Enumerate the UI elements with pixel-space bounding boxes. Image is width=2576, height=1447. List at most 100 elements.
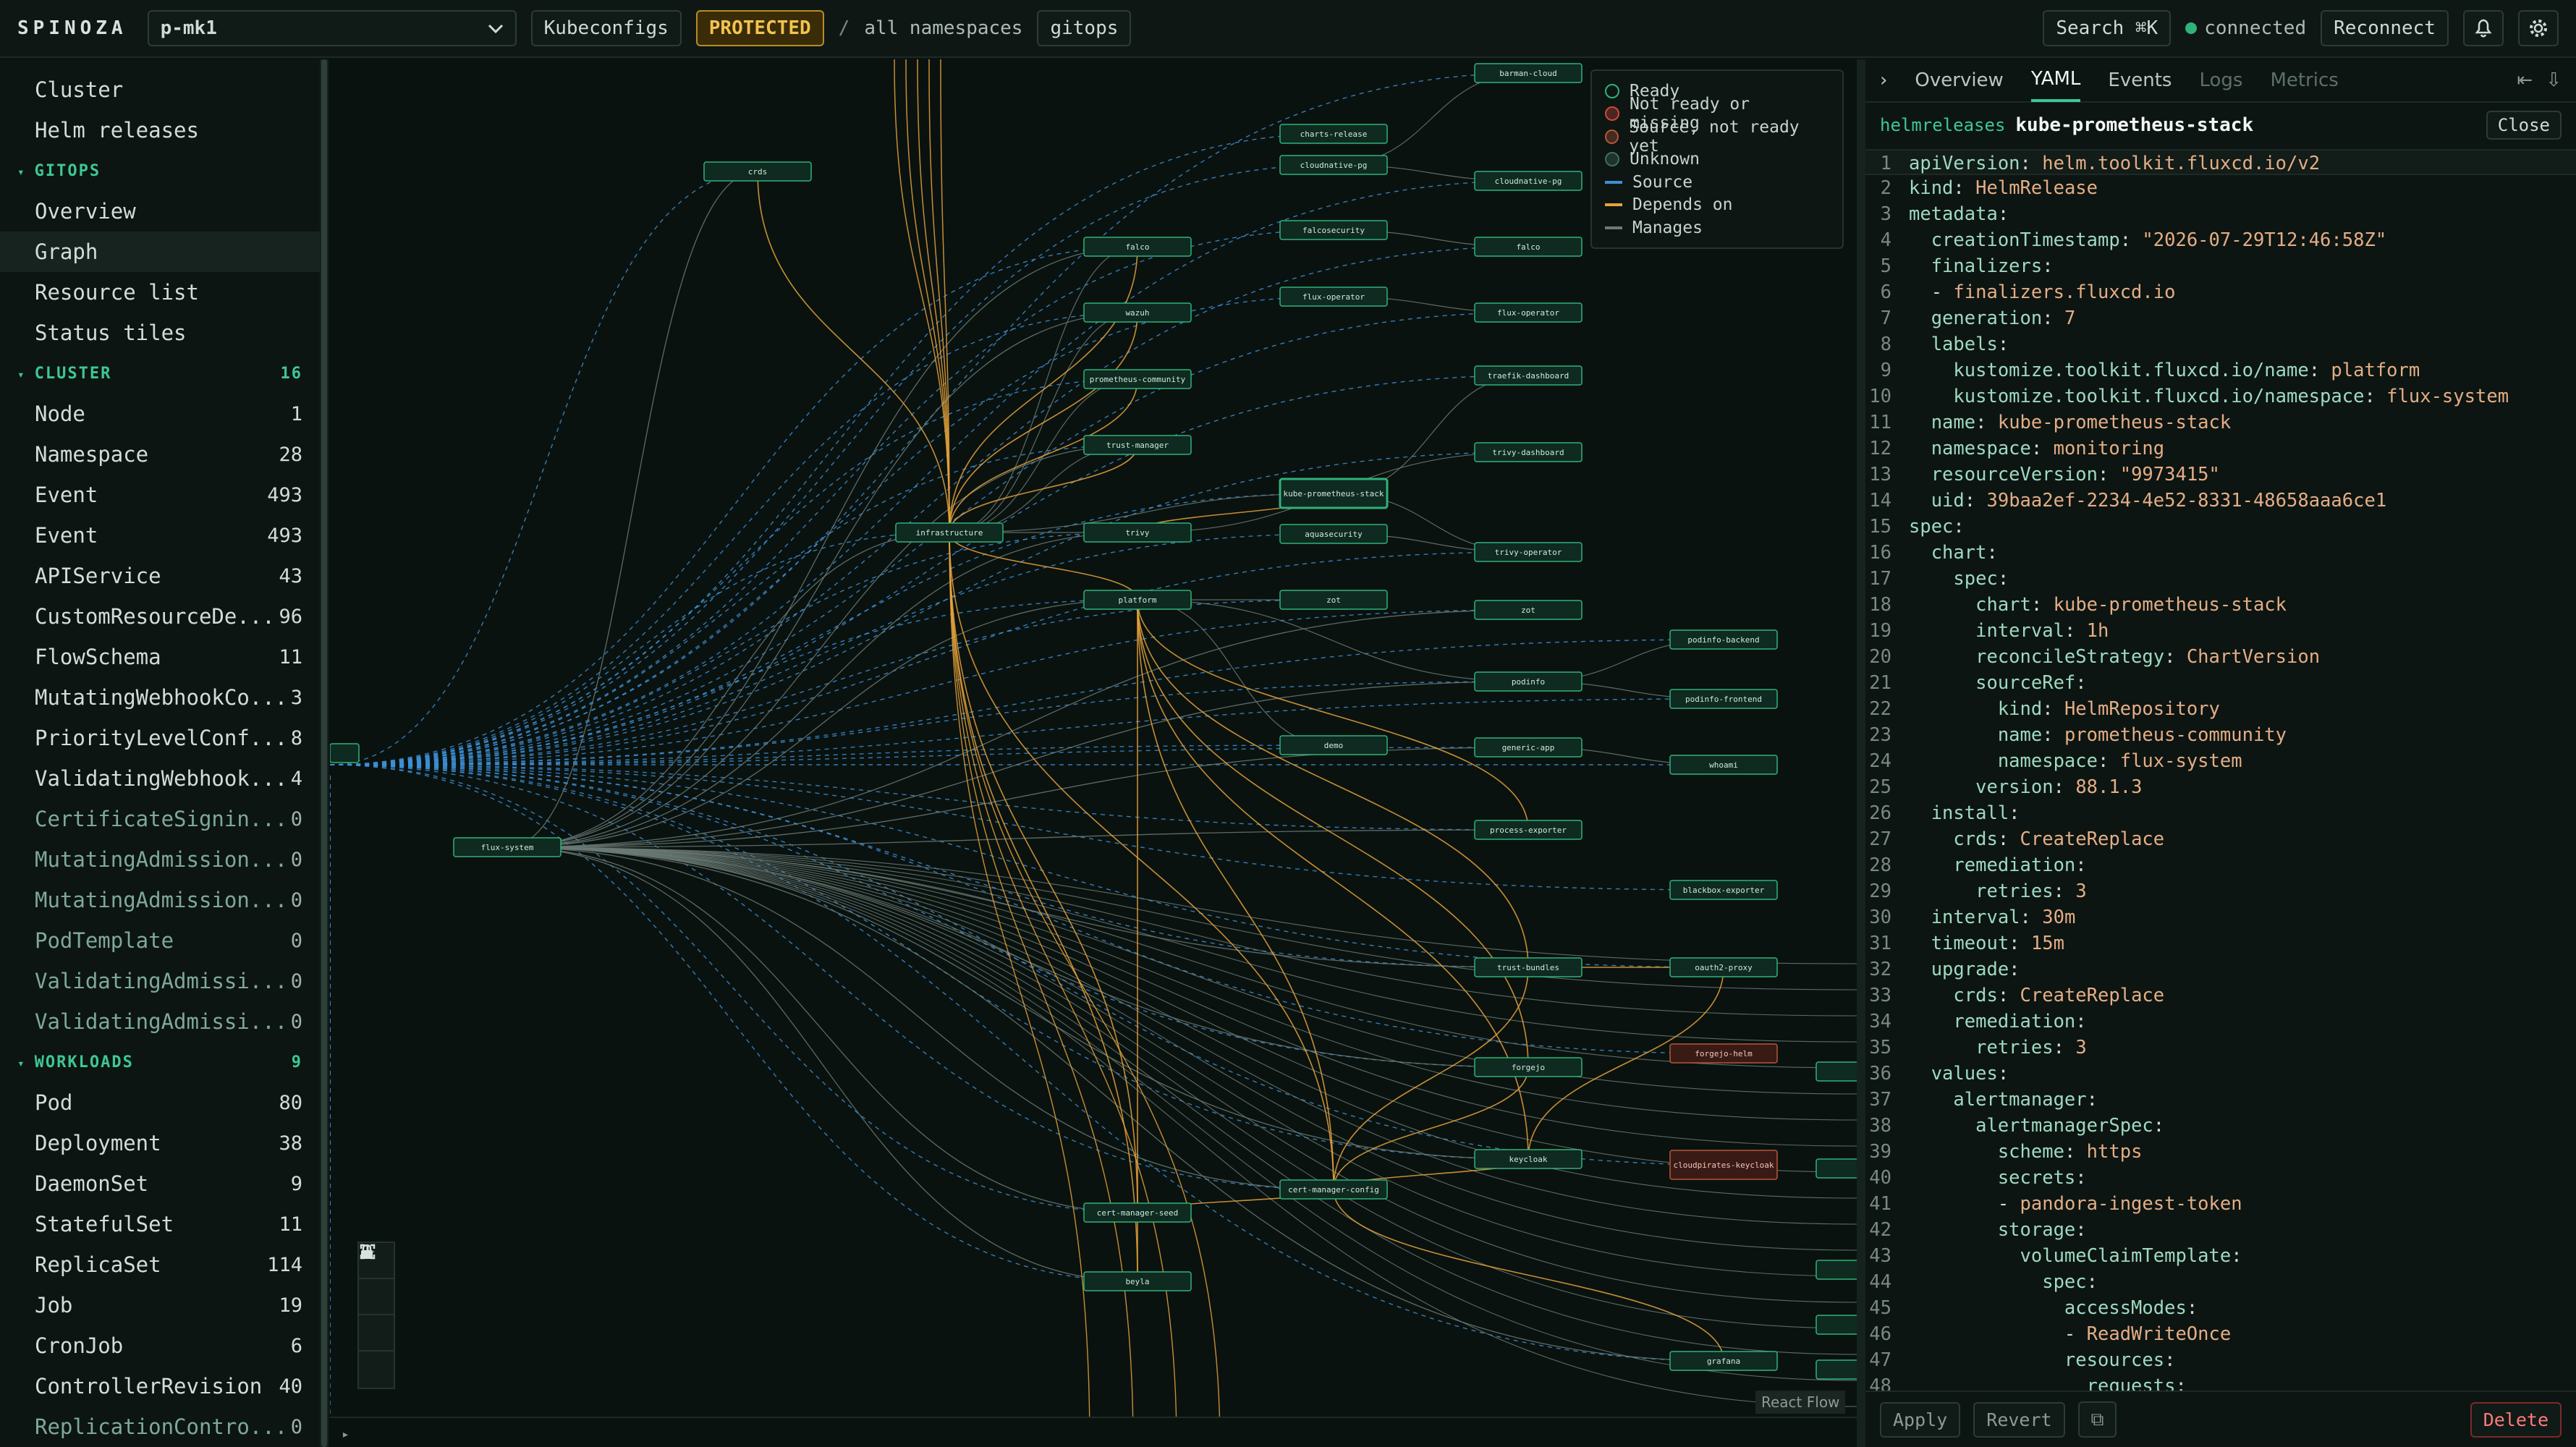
graph-node-generic-app[interactable]: generic-app: [1474, 737, 1583, 758]
delete-button[interactable]: Delete: [2470, 1401, 2562, 1438]
graph-node-forgejo-helm[interactable]: forgejo-helm: [1669, 1043, 1778, 1064]
sidebar-item-namespace[interactable]: Namespace 28: [0, 434, 320, 475]
graph-node-trust-manager[interactable]: trust-manager: [1083, 435, 1192, 455]
graph-node-falco[interactable]: falco: [1083, 237, 1192, 257]
graph-node-podinfo[interactable]: podinfo: [1474, 671, 1583, 692]
graph-node-oauth2-proxy[interactable]: oauth2-proxy: [1669, 957, 1778, 977]
graph-node-cert-manager-seed[interactable]: cert-manager-seed: [1083, 1202, 1192, 1223]
tab-overview[interactable]: Overview: [1915, 69, 2003, 91]
sidebar-item-status-tiles[interactable]: Status tiles: [0, 313, 320, 353]
graph-node-demo[interactable]: demo: [1279, 735, 1388, 755]
panel-resize-handle[interactable]: [1857, 59, 1865, 1447]
sidebar-item-event[interactable]: Event 493: [0, 515, 320, 556]
section-cluster[interactable]: ▾ CLUSTER 16: [0, 353, 320, 394]
graph-node-zot[interactable]: zot: [1474, 600, 1583, 620]
tab-logs[interactable]: Logs: [2199, 69, 2242, 91]
sidebar-item-mutatingwebhookco[interactable]: MutatingWebhookCo... 3: [0, 677, 320, 718]
section-gitops[interactable]: ▾ GITOPS: [0, 150, 320, 191]
graph-node-flux-operator[interactable]: flux-operator: [1474, 302, 1583, 323]
tab-yaml[interactable]: YAML: [2030, 59, 2081, 102]
sidebar-item-validatingwebhook[interactable]: ValidatingWebhook... 4: [0, 758, 320, 799]
sidebar-item-pod[interactable]: Pod 80: [0, 1082, 320, 1123]
tab-events[interactable]: Events: [2108, 69, 2172, 91]
sidebar-item-deployment[interactable]: Deployment 38: [0, 1123, 320, 1163]
sidebar-item-customresourcede[interactable]: CustomResourceDe... 96: [0, 596, 320, 637]
sidebar-item-cronjob[interactable]: CronJob 6: [0, 1325, 320, 1366]
tab-metrics[interactable]: Metrics: [2270, 69, 2338, 91]
gear-icon[interactable]: [2518, 10, 2559, 46]
graph-node-crds[interactable]: crds: [703, 161, 812, 182]
graph-node-process-exporter[interactable]: process-exporter: [1474, 820, 1583, 840]
sidebar-item-statefulset[interactable]: StatefulSet 11: [0, 1204, 320, 1244]
graph-node-traefik-dashboard[interactable]: traefik-dashboard: [1474, 365, 1583, 386]
graph-node-podinfo-backend[interactable]: podinfo-backend: [1669, 629, 1778, 650]
graph-node-offscreen[interactable]: [1816, 1260, 1857, 1280]
sidebar-item-daemonset[interactable]: DaemonSet 9: [0, 1163, 320, 1204]
kubeconfigs-button[interactable]: Kubeconfigs: [530, 10, 682, 46]
sidebar-item-podtemplate[interactable]: PodTemplate 0: [0, 920, 320, 961]
graph-node-trivy-operator[interactable]: trivy-operator: [1474, 542, 1583, 562]
lock-icon[interactable]: [359, 1244, 394, 1388]
sidebar-item-cluster[interactable]: Cluster: [0, 69, 320, 110]
namespace-crumb[interactable]: all namespaces: [864, 17, 1022, 39]
graph-node-wazuh[interactable]: wazuh: [1083, 302, 1192, 323]
graph-svg[interactable]: crds barman-cloud charts-release cloudnativ…: [330, 59, 1857, 1447]
sidebar-scrollbar-thumb[interactable]: [321, 59, 327, 1447]
cluster-select[interactable]: p-mk1: [147, 10, 517, 46]
expand-caret-icon[interactable]: ▸: [342, 1427, 349, 1442]
graph-node-falcosecurity[interactable]: falcosecurity: [1279, 220, 1388, 240]
sidebar-item-resource-list[interactable]: Resource list: [0, 272, 320, 313]
sidebar-item-replicationcontro[interactable]: ReplicationContro... 0: [0, 1406, 320, 1447]
sidebar-item-helm-releases[interactable]: Helm releases: [0, 110, 320, 150]
collapse-panel-icon[interactable]: ›: [1880, 69, 1887, 91]
zoom-out-icon[interactable]: [359, 1250, 394, 1315]
graph-node-offscreen[interactable]: [1816, 1158, 1857, 1179]
section-workloads[interactable]: ▾ WORKLOADS 9: [0, 1042, 320, 1082]
sidebar-item-graph[interactable]: Graph: [0, 232, 320, 272]
graph-node-beyla[interactable]: beyla: [1083, 1271, 1192, 1291]
graph-node-offscreen[interactable]: [330, 743, 360, 763]
graph-node-cloudnative-pg[interactable]: cloudnative-pg: [1279, 155, 1388, 175]
apply-button[interactable]: Apply: [1880, 1401, 1961, 1438]
yaml-editor[interactable]: 1 apiVersion: helm.toolkit.fluxcd.io/v2 2 k…: [1865, 149, 2576, 1447]
graph-node-falco[interactable]: falco: [1474, 237, 1583, 257]
graph-node-keycloak[interactable]: keycloak: [1474, 1149, 1583, 1169]
close-button[interactable]: Close: [2486, 111, 2562, 140]
search-button[interactable]: Search ⌘K: [2043, 10, 2172, 46]
sidebar-item-mutatingadmission[interactable]: MutatingAdmission... 0: [0, 839, 320, 880]
graph-node-kube-prometheus-stack[interactable]: kube-prometheus-stack: [1279, 478, 1389, 509]
graph-node-cert-manager-config[interactable]: cert-manager-config: [1279, 1179, 1388, 1200]
sidebar-item-validatingadmissi[interactable]: ValidatingAdmissi... 0: [0, 961, 320, 1001]
graph-node-whoami[interactable]: whoami: [1669, 755, 1778, 775]
graph-node-offscreen[interactable]: [1816, 1061, 1857, 1082]
graph-node-platform[interactable]: platform: [1083, 590, 1192, 610]
graph-node-grafana[interactable]: grafana: [1669, 1351, 1778, 1371]
graph-node-offscreen[interactable]: [1816, 1359, 1857, 1380]
react-flow-attribution[interactable]: React Flow: [1755, 1391, 1846, 1414]
graph-node-aquasecurity[interactable]: aquasecurity: [1279, 524, 1388, 544]
graph-node-offscreen[interactable]: [1816, 1315, 1857, 1335]
sidebar-item-apiservice[interactable]: APIService 43: [0, 556, 320, 596]
sidebar-item-validatingadmissi[interactable]: ValidatingAdmissi... 0: [0, 1001, 320, 1042]
graph-node-cloudnative-pg[interactable]: cloudnative-pg: [1474, 171, 1583, 191]
graph-node-blackbox-exporter[interactable]: blackbox-exporter: [1669, 880, 1778, 900]
graph-node-trust-bundles[interactable]: trust-bundles: [1474, 957, 1583, 977]
graph-node-cloudpirates-keycloak[interactable]: cloudpirates-keycloak: [1669, 1150, 1778, 1180]
graph-node-forgejo[interactable]: forgejo: [1474, 1057, 1583, 1077]
graph-node-flux-operator[interactable]: flux-operator: [1279, 287, 1388, 307]
sidebar-item-node[interactable]: Node 1: [0, 394, 320, 434]
sidebar-item-certificatesignin[interactable]: CertificateSignin... 0: [0, 799, 320, 839]
sidebar-item-flowschema[interactable]: FlowSchema 11: [0, 637, 320, 677]
dock-right-icon[interactable]: ⇤: [2517, 69, 2533, 91]
sidebar-item-overview[interactable]: Overview: [0, 191, 320, 232]
view-crumb-button[interactable]: gitops: [1037, 10, 1132, 46]
graph-node-zot[interactable]: zot: [1279, 590, 1388, 610]
graph-node-charts-release[interactable]: charts-release: [1279, 124, 1388, 144]
graph-node-trivy[interactable]: trivy: [1083, 522, 1192, 543]
sidebar-item-replicaset[interactable]: ReplicaSet 114: [0, 1244, 320, 1285]
copy-icon[interactable]: ⧉: [2077, 1401, 2117, 1438]
graph-node-infrastructure[interactable]: infrastructure: [895, 522, 1004, 543]
graph-node-barman-cloud[interactable]: barman-cloud: [1474, 63, 1583, 83]
sidebar-item-event[interactable]: Event 493: [0, 475, 320, 515]
sidebar-item-job[interactable]: Job 19: [0, 1285, 320, 1325]
